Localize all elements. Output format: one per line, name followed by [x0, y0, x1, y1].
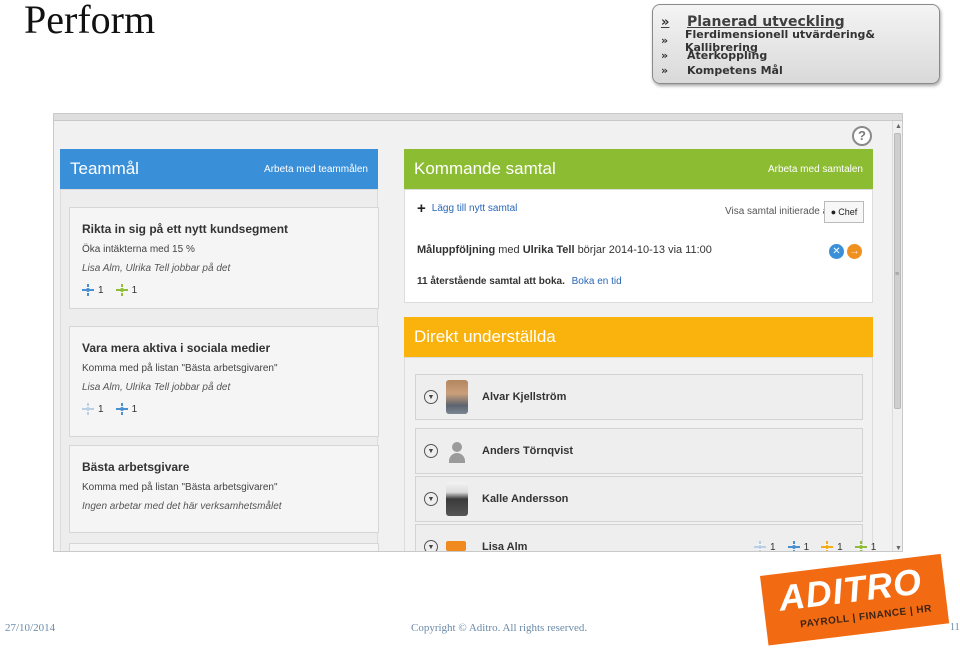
agenda-item-label: Kompetens Mål — [687, 64, 783, 77]
target-green-icon — [115, 284, 128, 296]
work-with-team-goals-link[interactable]: Arbeta med teammålen — [264, 164, 368, 175]
target-faded-icon — [754, 541, 766, 551]
team-goals-list: Rikta in sig på ett nytt kundsegment Öka… — [60, 189, 379, 551]
goal-owners: Ingen arbetar med det här verksamhetsmål… — [82, 501, 282, 512]
meeting-person: Ulrika Tell — [522, 244, 575, 256]
book-time-link[interactable]: Boka en tid — [572, 276, 622, 287]
person-row[interactable]: ▼ Alvar Kjellström — [415, 374, 863, 420]
page-number: 11 — [950, 622, 960, 633]
goal-stats: 1 1 — [82, 284, 366, 296]
footer-date: 27/10/2014 — [5, 622, 56, 634]
goal-owners: Lisa Alm, Ulrika Tell jobbar på det — [82, 382, 231, 393]
meeting-with: med — [498, 244, 520, 256]
goal-description: Komma med på listan "Bästa arbetsgivaren… — [82, 363, 278, 374]
stat-count: 1 — [98, 403, 104, 415]
goal-owners: Lisa Alm, Ulrika Tell jobbar på det — [82, 263, 231, 274]
agenda-bullet: » — [661, 64, 669, 77]
goal-stats: 1 1 — [82, 403, 366, 415]
chef-button-label: Chef — [838, 207, 858, 217]
agenda-box: » Planerad utveckling » Flerdimensionell… — [652, 4, 940, 84]
avatar — [446, 537, 468, 551]
target-green-icon — [854, 541, 867, 551]
goal-title[interactable]: Bästa arbetsgivare — [82, 460, 366, 474]
team-goals-header: Teammål Arbeta med teammålen — [60, 149, 378, 189]
stat-count: 1 — [98, 284, 104, 296]
stat-count: 1 — [131, 403, 138, 415]
meeting-summary[interactable]: Måluppföljning med Ulrika Tell börjar 20… — [417, 244, 712, 256]
stat-count: 1 — [870, 541, 877, 552]
direct-reports-list: ▼ Alvar Kjellström ▼ Anders Törnqvist ▼ … — [404, 357, 876, 551]
upcoming-meetings-header: Kommande samtal Arbeta med samtalen — [404, 149, 873, 189]
footer-copyright: Copyright © Aditro. All rights reserved. — [411, 622, 588, 634]
scroll-grip-icon: ≡ — [895, 271, 900, 278]
meeting-type: Måluppföljning — [417, 244, 496, 256]
chat-bubble-icon: ● — [830, 207, 837, 217]
chef-filter-button[interactable]: ● Chef — [824, 201, 864, 223]
target-blue-icon — [787, 541, 800, 551]
remaining-count-text: 11 återstående samtal att boka. — [417, 276, 565, 287]
work-with-meetings-link[interactable]: Arbeta med samtalen — [768, 164, 863, 175]
goal-card[interactable]: Rikta in sig på ett nytt kundsegment Öka… — [69, 207, 379, 309]
remaining-meetings: 11 återstående samtal att boka. Boka en … — [417, 276, 622, 287]
goal-description: Komma med på listan "Bästa arbetsgivaren… — [82, 482, 278, 493]
initiated-by-filter-label: Visa samtal initierade av: — [725, 206, 836, 217]
target-yellow-icon — [821, 541, 834, 551]
slide-title: Perform — [24, 0, 156, 42]
avatar — [446, 482, 468, 516]
agenda-bullet: » — [661, 49, 669, 62]
goal-card[interactable] — [69, 543, 379, 551]
target-blue-icon — [82, 284, 94, 296]
person-name[interactable]: Alvar Kjellström — [482, 391, 566, 403]
scroll-down-arrow-icon[interactable]: ▼ — [895, 545, 902, 551]
cancel-meeting-close-icon[interactable]: ✕ — [829, 244, 844, 259]
plus-icon: + — [417, 199, 426, 217]
target-faded-icon — [82, 403, 94, 415]
vertical-scrollbar[interactable]: ▲ ≡ ▼ — [892, 121, 902, 551]
app-screenshot: ? ▲ ≡ ▼ Teammål Arbeta med teammålen Rik… — [53, 113, 903, 552]
add-meeting-label[interactable]: Lägg till nytt samtal — [432, 203, 518, 214]
agenda-item-4: » Kompetens Mål — [661, 63, 931, 78]
goal-description: Öka intäkterna med 15 % — [82, 244, 195, 255]
scroll-up-arrow-icon[interactable]: ▲ — [895, 123, 902, 130]
chevron-down-icon[interactable]: ▼ — [424, 540, 438, 551]
agenda-item-label: Återkoppling — [687, 49, 768, 62]
person-row[interactable]: ▼ Kalle Andersson — [415, 476, 863, 522]
stat-count: 1 — [803, 541, 810, 552]
goal-title[interactable]: Vara mera aktiva i sociala medier — [82, 341, 366, 355]
person-name[interactable]: Anders Törnqvist — [482, 445, 573, 457]
goal-card[interactable]: Bästa arbetsgivare Komma med på listan "… — [69, 445, 379, 533]
agenda-item-2: » Flerdimensionell utvärdering& Kallibre… — [661, 28, 931, 54]
aditro-logo: ADITRO PAYROLL | FINANCE | HR — [760, 553, 950, 646]
chevron-down-icon[interactable]: ▼ — [424, 492, 438, 506]
person-name[interactable]: Kalle Andersson — [482, 493, 568, 505]
stat-count: 1 — [770, 541, 776, 552]
add-meeting-link[interactable]: + Lägg till nytt samtal — [417, 199, 518, 217]
person-row[interactable]: ▼ Lisa Alm 1 1 1 1 — [415, 524, 876, 551]
team-goals-title: Teammål — [70, 159, 139, 178]
person-row[interactable]: ▼ Anders Törnqvist — [415, 428, 863, 474]
browser-top-strip — [54, 114, 902, 121]
person-stats: 1 1 1 1 — [754, 541, 877, 552]
chevron-down-icon[interactable]: ▼ — [424, 444, 438, 458]
person-name[interactable]: Lisa Alm — [482, 541, 527, 551]
direct-reports-header: Direkt underställda — [404, 317, 873, 357]
stat-count: 1 — [131, 284, 138, 296]
target-blue-icon — [115, 403, 128, 415]
meeting-start: börjar 2014-10-13 via 11:00 — [577, 244, 712, 256]
generic-user-icon — [446, 434, 468, 468]
goal-card[interactable]: Vara mera aktiva i sociala medier Komma … — [69, 326, 379, 437]
goal-title[interactable]: Rikta in sig på ett nytt kundsegment — [82, 222, 366, 236]
direct-reports-title: Direkt underställda — [414, 327, 556, 346]
upcoming-meetings-title: Kommande samtal — [414, 159, 556, 178]
agenda-bullet: » — [661, 14, 670, 30]
upcoming-meetings-body: + Lägg till nytt samtal Visa samtal init… — [404, 189, 873, 303]
stat-count: 1 — [837, 541, 843, 552]
company-logo-icon — [446, 541, 466, 551]
help-button[interactable]: ? — [852, 126, 872, 146]
chevron-down-icon[interactable]: ▼ — [424, 390, 438, 404]
agenda-bullet: » — [661, 34, 669, 47]
open-meeting-arrow-icon[interactable]: → — [847, 244, 862, 259]
avatar — [446, 380, 468, 414]
